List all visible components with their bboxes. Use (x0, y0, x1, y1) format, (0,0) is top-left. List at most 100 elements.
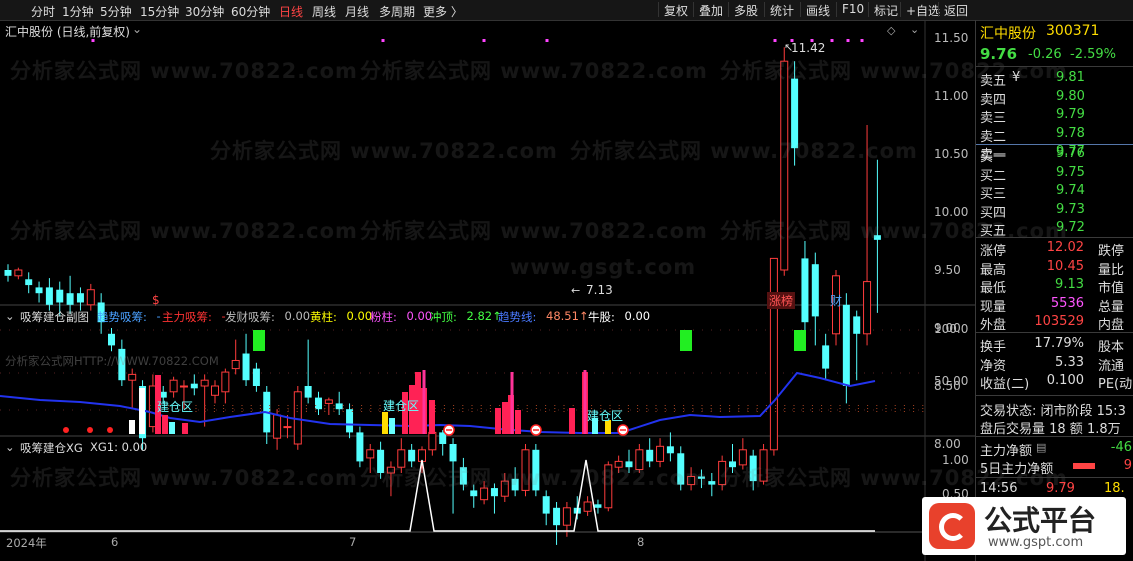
candle-body (449, 444, 457, 462)
toolbar-button[interactable]: 画线 (800, 2, 830, 18)
sell-level-price[interactable]: 9.79 (1056, 107, 1085, 122)
legend-value: 2.82↑ (466, 309, 502, 323)
period-tab[interactable]: 15分钟 (140, 3, 179, 20)
zhangbang-tag[interactable]: 涨榜 (767, 292, 796, 309)
main-net5-bar (1073, 463, 1095, 469)
toolbar-button[interactable]: 复权 (658, 2, 688, 18)
tick-volume: 18. (1104, 481, 1125, 496)
signal-block (680, 330, 692, 351)
sub1-bar (515, 410, 521, 434)
candle-body (646, 449, 654, 462)
buy-level-price[interactable]: 9.74 (1056, 183, 1085, 198)
legend-label: 趋势线: (498, 310, 537, 324)
candle-body (4, 270, 12, 276)
sub1-dot (107, 427, 113, 433)
period-tab[interactable]: 多周期 (379, 3, 415, 20)
sell-level-label: 卖三 (980, 111, 1007, 127)
sub1-bar (382, 412, 388, 434)
stat-label: 换手 (980, 340, 1007, 355)
stat-label: 最低 (980, 281, 1007, 297)
buy-level-label: 买四 (980, 205, 1007, 221)
candle-body (200, 379, 209, 387)
stock-code: 300371 (1046, 23, 1100, 39)
signal-dot (830, 39, 834, 42)
candle-body (56, 289, 64, 303)
legend-label: 牛股: (588, 310, 615, 324)
signal-dot (846, 39, 850, 42)
period-tab[interactable]: 月线 (345, 3, 369, 20)
stat-value: 12.02 (1046, 240, 1084, 255)
sub1-bar (129, 420, 135, 434)
sub1-dot (87, 427, 93, 433)
candle-body (811, 264, 819, 317)
stock-name: 汇中股份 (980, 26, 1036, 42)
sub1-chevron-icon[interactable]: ⌄ (5, 309, 15, 323)
sub1-y-tick: 100.0 (934, 322, 969, 336)
main-y-tick: 10.50 (934, 147, 969, 161)
logo-text: 公式平台 (984, 504, 1097, 537)
legend-value: 0.00 (406, 309, 433, 323)
current-price: 9.76 (980, 45, 1018, 63)
main-y-tick: 11.50 (934, 31, 969, 45)
high-price-label: 11.42 (791, 41, 826, 55)
stat-label: 股本 (1098, 340, 1125, 355)
period-tab[interactable]: 1分钟 (62, 3, 94, 20)
sell-level-price[interactable]: 9.78 (1056, 126, 1085, 141)
candle-body (853, 316, 861, 334)
sub2-chevron-icon[interactable]: ⌄ (5, 440, 15, 454)
chevron-down-icon[interactable]: ⌄ (910, 23, 919, 36)
after-hours: 盘后交易量 18 额 1.8万 (980, 422, 1121, 437)
sub1-bar (495, 408, 501, 434)
buy-level-price[interactable]: 9.76 (1056, 146, 1085, 161)
toolbar-button[interactable]: 标记 (868, 2, 898, 18)
toolbar-button[interactable]: F10 (836, 2, 864, 17)
toolbar-button[interactable]: 返回 (938, 2, 968, 18)
candle-body (356, 432, 364, 462)
stat-label: PE(动 (1098, 377, 1133, 393)
candle-body (418, 449, 426, 462)
candle-body (708, 481, 716, 485)
sell-level-price[interactable]: 9.80 (1056, 89, 1085, 104)
buy-level-price[interactable]: 9.75 (1056, 165, 1085, 180)
main-net5-value: 9 (1123, 458, 1132, 473)
candle-body (324, 399, 333, 404)
signal-block (253, 330, 265, 351)
period-tab[interactable]: 分时 (31, 3, 55, 20)
toolbar-button[interactable]: +自选 (900, 2, 940, 18)
candle-body (108, 333, 115, 346)
candle-body (45, 287, 53, 305)
period-tab[interactable]: 5分钟 (100, 3, 132, 20)
candle-body (86, 289, 95, 306)
sell-level-price[interactable]: 9.81 (1056, 70, 1085, 85)
list-icon[interactable]: ▤ (1036, 441, 1046, 454)
sub2-xg-value: XG1: 0.00 (90, 440, 148, 454)
sub1-watermark: 分析家公式网HTTP://WWW.70822.COM (5, 354, 219, 368)
buy-level-price[interactable]: 9.72 (1056, 220, 1085, 235)
toolbar-button[interactable]: 统计 (764, 2, 794, 18)
buy-level-price[interactable]: 9.73 (1056, 202, 1085, 217)
candle-body (335, 403, 343, 410)
candle-body (408, 449, 416, 462)
period-tab[interactable]: 60分钟 (231, 3, 270, 20)
arrow-glyph: ← (571, 284, 580, 297)
period-tab[interactable]: 更多 〉 (423, 3, 463, 20)
toolbar-button[interactable]: 多股 (728, 2, 758, 18)
period-tab[interactable]: 周线 (312, 3, 336, 20)
diamond-icon[interactable]: ◇ (887, 24, 895, 37)
candle-body (25, 279, 33, 286)
period-tab[interactable]: 日线 (279, 3, 303, 20)
trade-status: 交易状态: 闭市阶段 15:3 (980, 404, 1126, 419)
stat-value: 10.45 (1046, 258, 1084, 274)
date-label: 7 (349, 535, 357, 549)
sub1-bar (162, 415, 168, 434)
buy-level-label: 买一 (980, 150, 1007, 165)
sub1-dot (63, 427, 69, 433)
signal-block (794, 330, 806, 351)
toolbar-button[interactable]: 叠加 (693, 2, 723, 18)
watermark: 分析家公式网 www.70822.com (570, 139, 918, 163)
stat-label: 现量 (980, 299, 1007, 315)
stat-value: 0.100 (1046, 373, 1084, 389)
finance-tag[interactable]: 财 (830, 292, 842, 309)
chevron-down-icon[interactable]: ⌄ (132, 22, 142, 36)
period-tab[interactable]: 30分钟 (185, 3, 224, 20)
